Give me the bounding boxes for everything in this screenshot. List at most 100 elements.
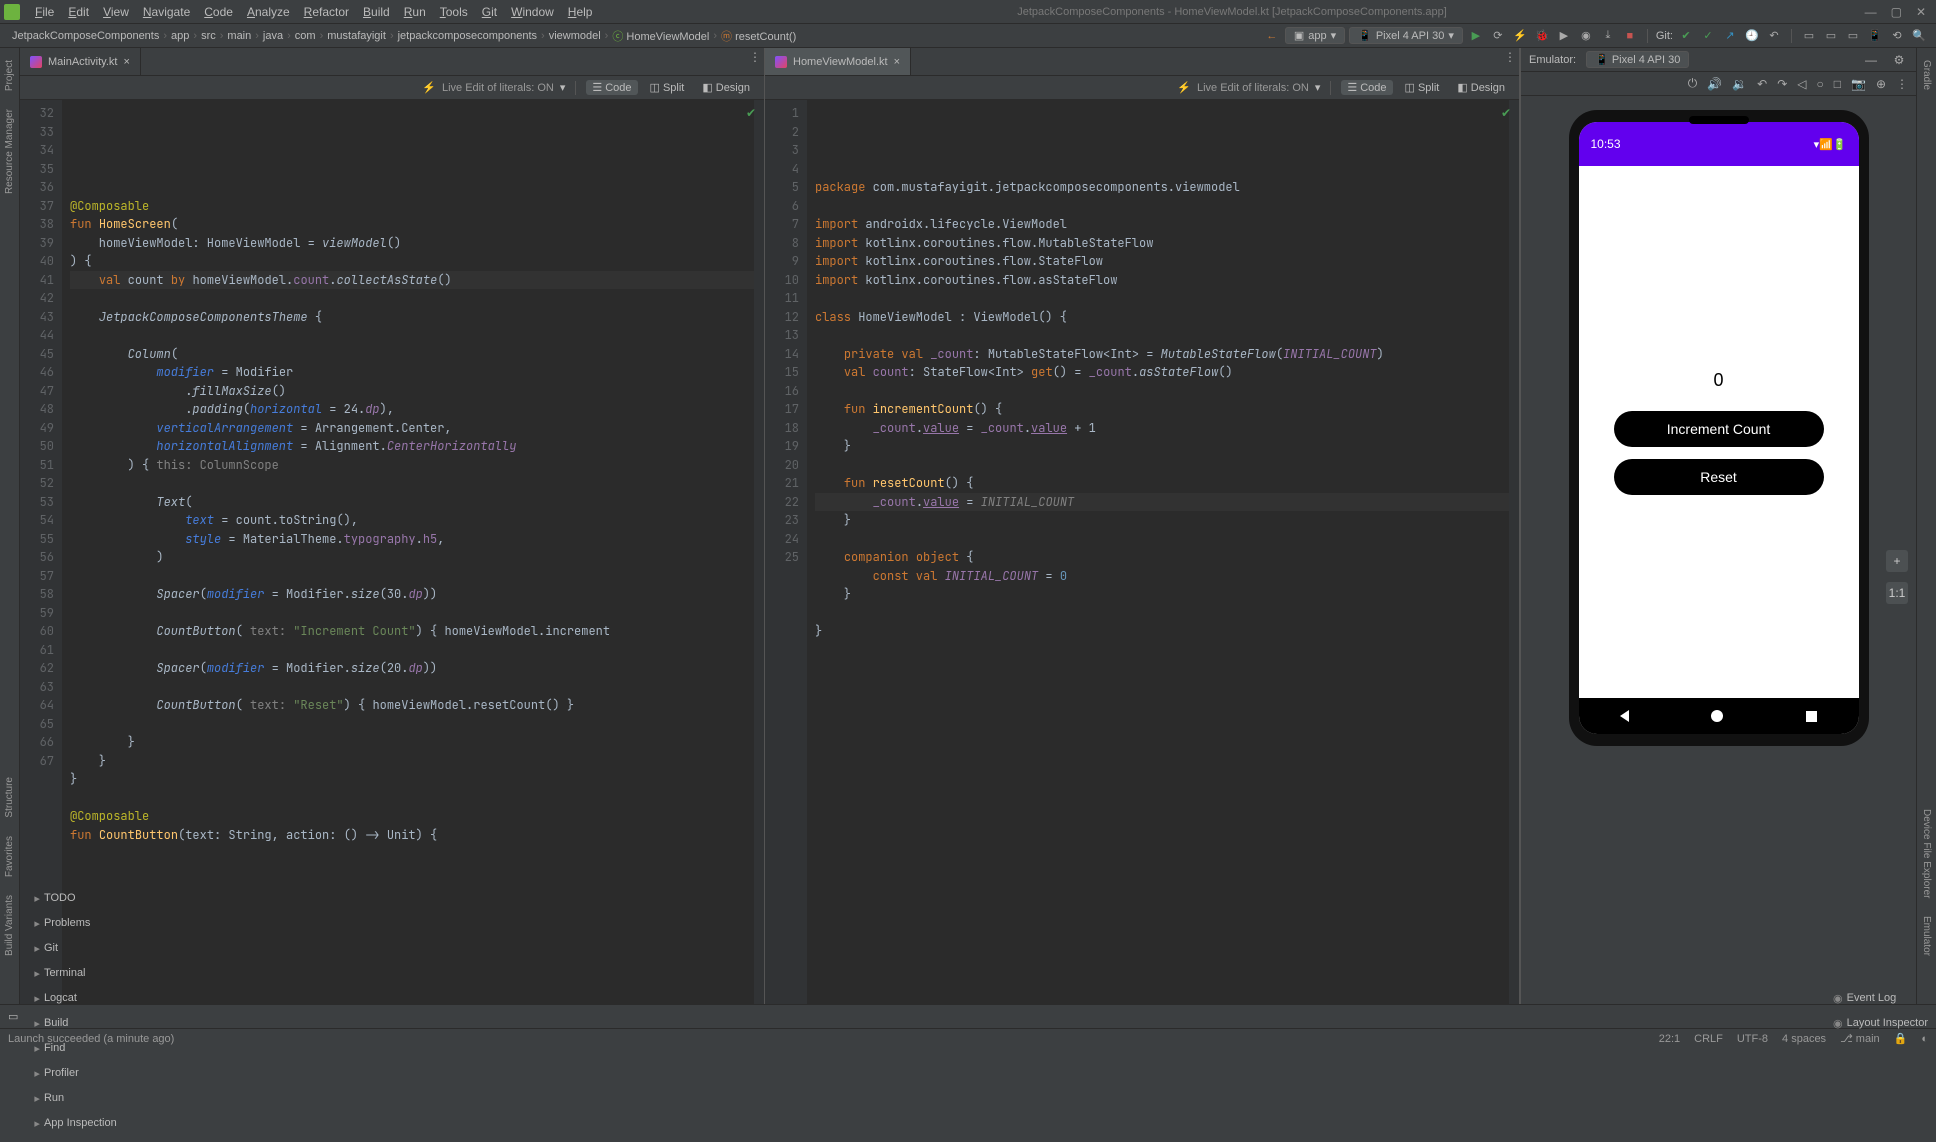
debug-icon[interactable]: 🐞 (1533, 27, 1551, 45)
rotate-right-icon[interactable]: ↷ (1777, 77, 1787, 91)
home-icon[interactable]: ○ (1816, 77, 1823, 91)
resource-icon[interactable]: ▭ (1844, 27, 1862, 45)
run-config-selector[interactable]: ▣ app ▾ (1285, 27, 1345, 44)
maximize-icon[interactable]: ▢ (1891, 5, 1902, 19)
tool-window-device-file-explorer[interactable]: Device File Explorer (1921, 809, 1932, 898)
back-icon[interactable]: ◁ (1797, 77, 1806, 91)
phone-screen[interactable]: 10:53 ▾📶🔋 0 Increment Count Reset (1579, 122, 1859, 734)
apply-changes-icon[interactable]: ⟳ (1489, 27, 1507, 45)
zoom-icon[interactable]: ⊕ (1876, 77, 1886, 91)
power-icon[interactable]: ⏻ (1688, 76, 1698, 91)
status-mem-icon[interactable]: ◐ (1921, 1033, 1928, 1045)
nav-home-icon[interactable] (1711, 710, 1723, 722)
status-line-ending[interactable]: CRLF (1694, 1033, 1723, 1045)
stop-icon[interactable]: ■ (1621, 27, 1639, 45)
view-split-button[interactable]: ◫ Split (644, 80, 691, 95)
menu-tools[interactable]: Tools (433, 3, 475, 21)
breadcrumb-item[interactable]: JetpackComposeComponents (8, 30, 163, 42)
profile-icon[interactable]: ◉ (1577, 27, 1595, 45)
menu-help[interactable]: Help (561, 3, 600, 21)
breadcrumb-item[interactable]: com (291, 30, 320, 42)
avd-icon[interactable]: ▭ (1800, 27, 1818, 45)
breadcrumb-item[interactable]: mustafayigit (323, 30, 390, 42)
rotate-left-icon[interactable]: ↶ (1757, 77, 1767, 91)
status-lock-icon[interactable]: 🔒 (1894, 1032, 1908, 1045)
tool-window-structure[interactable]: Structure (4, 777, 15, 818)
zoom-fit-icon[interactable]: 1:1 (1886, 582, 1908, 604)
device-selector[interactable]: 📱 Pixel 4 API 30 ▾ (1349, 27, 1463, 44)
breadcrumb-method[interactable]: ⓜ resetCount() (717, 28, 800, 44)
attach-icon[interactable]: ⤓ (1599, 27, 1617, 45)
screenshot-icon[interactable]: 📷 (1851, 77, 1866, 91)
inspection-ok-icon[interactable]: ✔ (746, 104, 756, 123)
emulator-gear-icon[interactable]: ⚙ (1890, 51, 1908, 69)
status-indent[interactable]: 4 spaces (1782, 1033, 1826, 1045)
bottom-window-icon[interactable]: ▭ (8, 1010, 18, 1023)
apply-code-icon[interactable]: ⚡ (1511, 27, 1529, 45)
tab-menu-icon[interactable]: ⋮ (1501, 48, 1519, 66)
tool-window-favorites[interactable]: Favorites (4, 836, 15, 877)
overview-icon[interactable]: □ (1834, 77, 1841, 91)
live-edit-label[interactable]: Live Edit of literals: ON (442, 82, 554, 94)
status-position[interactable]: 22:1 (1659, 1033, 1680, 1045)
menu-view[interactable]: View (96, 3, 136, 21)
tool-window-emulator[interactable]: Emulator (1921, 916, 1932, 956)
git-commit-icon[interactable]: ✔ (1677, 27, 1695, 45)
sync-icon[interactable]: ⟲ (1888, 27, 1906, 45)
view-design-button[interactable]: ◧ Design (1451, 80, 1511, 95)
view-code-button[interactable]: ☰ Code (1341, 80, 1392, 95)
reset-button[interactable]: Reset (1614, 459, 1824, 495)
minimize-icon[interactable]: — (1865, 5, 1877, 19)
volume-down-icon[interactable]: 🔉 (1732, 77, 1747, 91)
emulator-minimize-icon[interactable]: — (1862, 51, 1880, 69)
status-encoding[interactable]: UTF-8 (1737, 1033, 1768, 1045)
breadcrumb-item[interactable]: jetpackcomposecomponents (394, 30, 541, 42)
close-tab-icon[interactable]: × (894, 56, 900, 68)
back-icon[interactable]: ← (1263, 27, 1281, 45)
status-branch[interactable]: ⎇ main (1840, 1032, 1880, 1045)
inspection-ok-icon[interactable]: ✔ (1501, 104, 1511, 123)
bottom-tool-app-inspection[interactable]: ▸ App Inspection (34, 1117, 116, 1130)
breadcrumb-class[interactable]: ⓒ HomeViewModel (608, 28, 713, 44)
bottom-tool-run[interactable]: ▸ Run (34, 1092, 116, 1105)
git-update-icon[interactable]: ↗ (1721, 27, 1739, 45)
tool-window-build-variants[interactable]: Build Variants (4, 895, 15, 956)
increment-button[interactable]: Increment Count (1614, 411, 1824, 447)
search-icon[interactable]: 🔍 (1910, 27, 1928, 45)
menu-edit[interactable]: Edit (61, 3, 96, 21)
git-push-icon[interactable]: ✓ (1699, 27, 1717, 45)
breadcrumb-item[interactable]: viewmodel (545, 30, 605, 42)
view-design-button[interactable]: ◧ Design (696, 80, 756, 95)
code-area-left[interactable]: 3233343536373839404142434445464748495051… (20, 100, 764, 1004)
menu-code[interactable]: Code (197, 3, 240, 21)
tool-window-resource-manager[interactable]: Resource Manager (4, 109, 15, 194)
menu-run[interactable]: Run (397, 3, 433, 21)
menu-git[interactable]: Git (475, 3, 504, 21)
emulator-device-selector[interactable]: 📱 Pixel 4 API 30 (1586, 51, 1689, 68)
tab-home-viewmodel[interactable]: HomeViewModel.kt × (765, 48, 911, 75)
revert-icon[interactable]: ↶ (1765, 27, 1783, 45)
device-icon[interactable]: 📱 (1866, 27, 1884, 45)
view-code-button[interactable]: ☰ Code (586, 80, 637, 95)
menu-window[interactable]: Window (504, 3, 561, 21)
close-icon[interactable]: ✕ (1916, 5, 1926, 19)
sdk-icon[interactable]: ▭ (1822, 27, 1840, 45)
tool-window-project[interactable]: Project (4, 60, 15, 91)
live-edit-label[interactable]: Live Edit of literals: ON (1197, 82, 1309, 94)
bottom-tool-layout-inspector[interactable]: ◉ Layout Inspector (1833, 1017, 1928, 1030)
coverage-icon[interactable]: ▶ (1555, 27, 1573, 45)
nav-overview-icon[interactable] (1806, 711, 1817, 722)
tool-window-gradle[interactable]: Gradle (1921, 60, 1932, 90)
view-split-button[interactable]: ◫ Split (1399, 80, 1446, 95)
menu-build[interactable]: Build (356, 3, 397, 21)
close-tab-icon[interactable]: × (123, 56, 129, 68)
zoom-in-icon[interactable]: + (1886, 550, 1908, 572)
tab-menu-icon[interactable]: ⋮ (746, 48, 764, 66)
tab-main-activity[interactable]: MainActivity.kt × (20, 48, 141, 75)
code-area-right[interactable]: 1234567891011121314151617181920212223242… (765, 100, 1519, 1004)
nav-back-icon[interactable] (1620, 710, 1629, 722)
breadcrumb-item[interactable]: java (259, 30, 287, 42)
more-icon[interactable]: ⋮ (1896, 77, 1908, 91)
menu-navigate[interactable]: Navigate (136, 3, 197, 21)
bottom-tool-build[interactable]: ▸ Build (34, 1017, 116, 1030)
